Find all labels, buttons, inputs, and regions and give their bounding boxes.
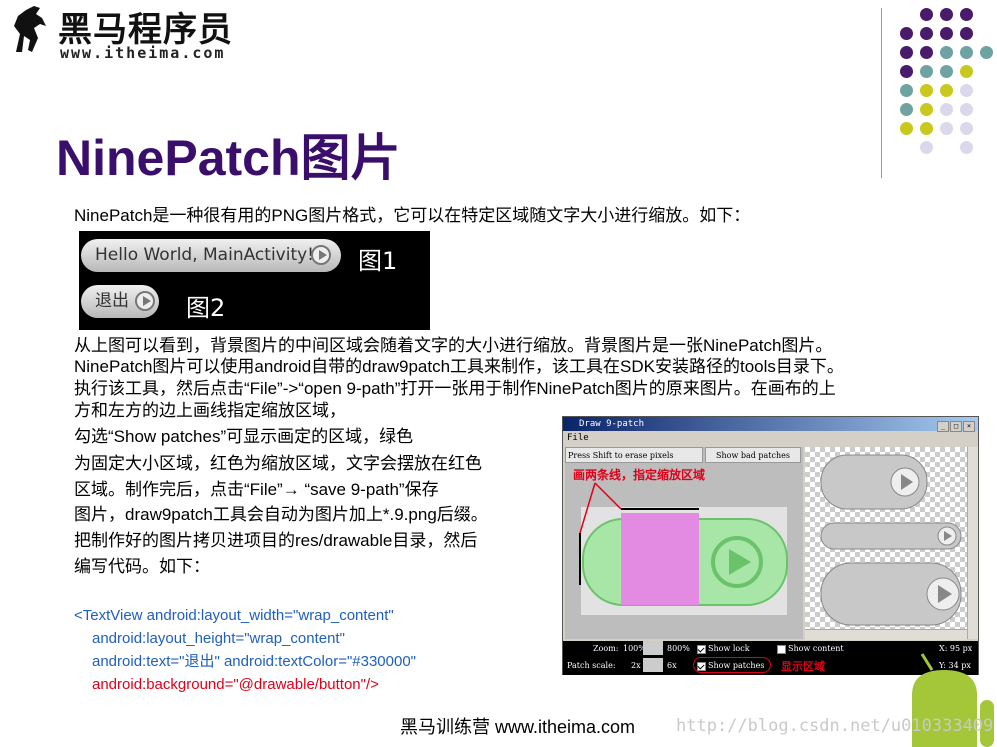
patch-scale-label: Patch scale:: [567, 661, 616, 670]
dot-icon: [960, 27, 973, 40]
show-content-option: Show content: [777, 644, 844, 654]
editor-pane: Press Shift to erase pixels Show bad pat…: [565, 447, 803, 639]
dot-icon: [920, 141, 933, 154]
demo-button-hello-label: Hello World, MainActivity!: [95, 245, 314, 265]
demo-button-exit: 退出: [81, 285, 159, 318]
minimize-icon: _: [937, 421, 949, 432]
dot-icon: [900, 27, 913, 40]
code-line: android:layout_height="wrap_content": [92, 630, 345, 647]
show-bad-patches-button: Show bad patches: [705, 447, 801, 463]
dot-icon: [900, 122, 913, 135]
dot-icon: [920, 27, 933, 40]
dot-icon: [940, 8, 953, 21]
horse-logo-icon: [14, 6, 46, 52]
dot-icon: [960, 122, 973, 135]
paragraph-line: 区域。制作完后，点击“File”→ “save 9-path”保存: [74, 480, 439, 499]
horizontal-scrollbar: [805, 629, 967, 640]
code-line: android:text="退出" android:textColor="#33…: [92, 653, 416, 670]
dot-icon: [960, 141, 973, 154]
demo-button-exit-label: 退出: [95, 291, 129, 311]
dot-icon: [940, 65, 953, 78]
dot-icon: [980, 46, 993, 59]
scale-min: 2x: [631, 661, 641, 670]
window-title: Draw 9-patch _ □ ×: [563, 417, 978, 432]
erase-hint: Press Shift to erase pixels: [565, 447, 703, 463]
dot-icon: [960, 65, 973, 78]
dot-icon: [940, 27, 953, 40]
code-line: android:background="@drawable/button"/>: [92, 676, 379, 693]
dot-icon: [900, 84, 913, 97]
dot-icon: [900, 65, 913, 78]
divider-line: [881, 8, 882, 178]
paragraph-line: 方和左方的边上画线指定缩放区域，: [74, 401, 346, 420]
footer-text: 黑马训练营 www.itheima.com: [400, 717, 636, 737]
paragraph-line: 图片，draw9patch工具会自动为图片加上*.9.png后缀。: [74, 505, 488, 524]
logo-url: www.itheima.com: [60, 44, 226, 62]
watermark-text: http://blog.csdn.net/u010333409: [676, 716, 994, 736]
dot-icon: [920, 65, 933, 78]
draw9patch-window: Draw 9-patch _ □ × File Press Shift to era…: [562, 416, 979, 675]
fig2-label: 图2: [186, 294, 226, 322]
paragraph-line: 执行该工具，然后点击“File”->“open 9-path”打开一张用于制作N…: [74, 379, 836, 398]
paragraph-line: 为固定大小区域，红色为缩放区域，文字会摆放在红色: [74, 454, 482, 473]
play-icon: [311, 245, 331, 265]
dot-icon: [940, 46, 953, 59]
dot-icon: [920, 8, 933, 21]
paragraph-line: 勾选“Show patches”可显示画定的区域，绿色: [74, 427, 414, 446]
vertical-scrollbar: [967, 447, 978, 639]
intro-text: NinePatch是一种很有用的PNG图片格式，它可以在特定区域随文字大小进行缩…: [74, 206, 751, 225]
fig1-label: 图1: [358, 247, 398, 275]
zoom-slider: [643, 641, 663, 655]
dot-icon: [940, 103, 953, 116]
dot-icon: [920, 122, 933, 135]
checkbox-icon: [777, 644, 786, 654]
dot-icon: [960, 8, 973, 21]
dot-icon: [960, 46, 973, 59]
dot-icon: [940, 122, 953, 135]
dot-icon: [900, 103, 913, 116]
dot-icon: [940, 84, 953, 97]
play-icon: [135, 291, 155, 311]
dot-icon: [920, 46, 933, 59]
paragraph-line: 从上图可以看到，背景图片的中间区域会随着文字的大小进行缩放。背景图片是一张Nin…: [74, 336, 833, 355]
zoom-max: 800%: [667, 644, 690, 653]
dot-icon: [960, 84, 973, 97]
paragraph-line: 编写代码。如下：: [74, 557, 210, 576]
annotation-show-area: 显示区域: [781, 660, 825, 673]
demo-image: Hello World, MainActivity! 图1 退出 图2: [79, 231, 430, 330]
close-icon: ×: [963, 421, 975, 432]
menu-file: File: [567, 433, 589, 443]
scale-slider: [643, 658, 663, 672]
dot-icon: [920, 84, 933, 97]
demo-button-hello: Hello World, MainActivity!: [81, 239, 341, 272]
dot-icon: [900, 46, 913, 59]
dot-icon: [920, 103, 933, 116]
show-lock-option: Show lock: [697, 644, 750, 654]
code-line: <TextView android:layout_width="wrap_con…: [74, 607, 394, 624]
scale-max: 6x: [667, 661, 677, 670]
patch-canvas: [579, 482, 788, 615]
zoom-label: Zoom:: [593, 644, 619, 653]
maximize-icon: □: [950, 421, 962, 432]
checkbox-icon: [697, 644, 706, 654]
paragraph-line: NinePatch图片可以使用android自带的draw9patch工具来制作…: [74, 357, 844, 376]
preview-buttons: [820, 454, 962, 626]
page-title: NinePatch图片: [56, 130, 401, 186]
paragraph-line: 把制作好的图片拷贝进项目的res/drawable目录，然后: [74, 531, 478, 550]
dots-decoration: [900, 8, 993, 158]
preview-pane: [805, 447, 967, 639]
highlight-ellipse: [693, 657, 771, 673]
dot-icon: [960, 103, 973, 116]
